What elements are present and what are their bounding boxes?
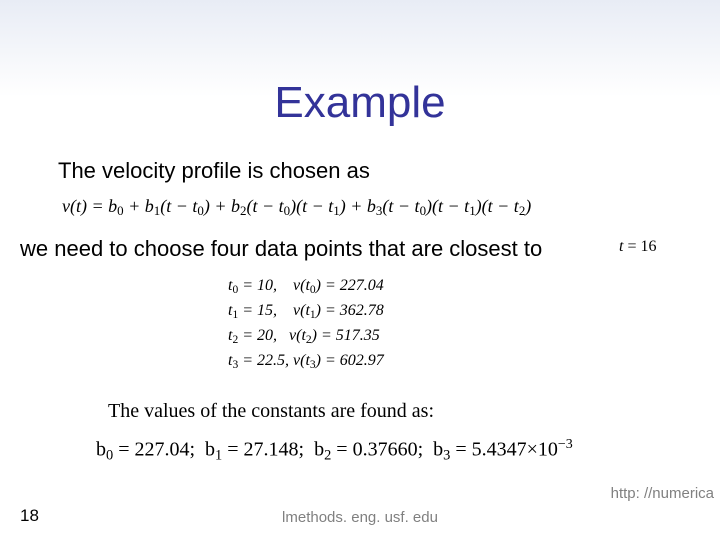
constants-values: b0 = 227.04; b1 = 27.148; b2 = 0.37660; … [96, 437, 573, 464]
velocity-equation: v(t) = b0 + b1(t − t0) + b2(t − t0)(t − … [62, 196, 531, 219]
data-point-2: t2 = 20, v(t2) = 517.35 [228, 324, 384, 349]
intro-text-2: we need to choose four data points that … [20, 236, 542, 262]
intro-text-1: The velocity profile is chosen as [58, 158, 370, 184]
slide: { "title": "Example", "line1": "The velo… [0, 0, 720, 540]
target-t-value: t = 16 [619, 238, 656, 256]
data-point-0: t0 = 10, v(t0) = 227.04 [228, 274, 384, 299]
footer-right-link: http: //numerica [611, 485, 714, 502]
slide-title: Example [0, 78, 720, 128]
footer-center-text: lmethods. eng. usf. edu [0, 509, 720, 526]
constants-note: The values of the constants are found as… [108, 400, 434, 423]
data-point-1: t1 = 15, v(t1) = 362.78 [228, 299, 384, 324]
data-point-3: t3 = 22.5, v(t3) = 602.97 [228, 349, 384, 374]
data-points-block: t0 = 10, v(t0) = 227.04 t1 = 15, v(t1) =… [228, 274, 384, 375]
